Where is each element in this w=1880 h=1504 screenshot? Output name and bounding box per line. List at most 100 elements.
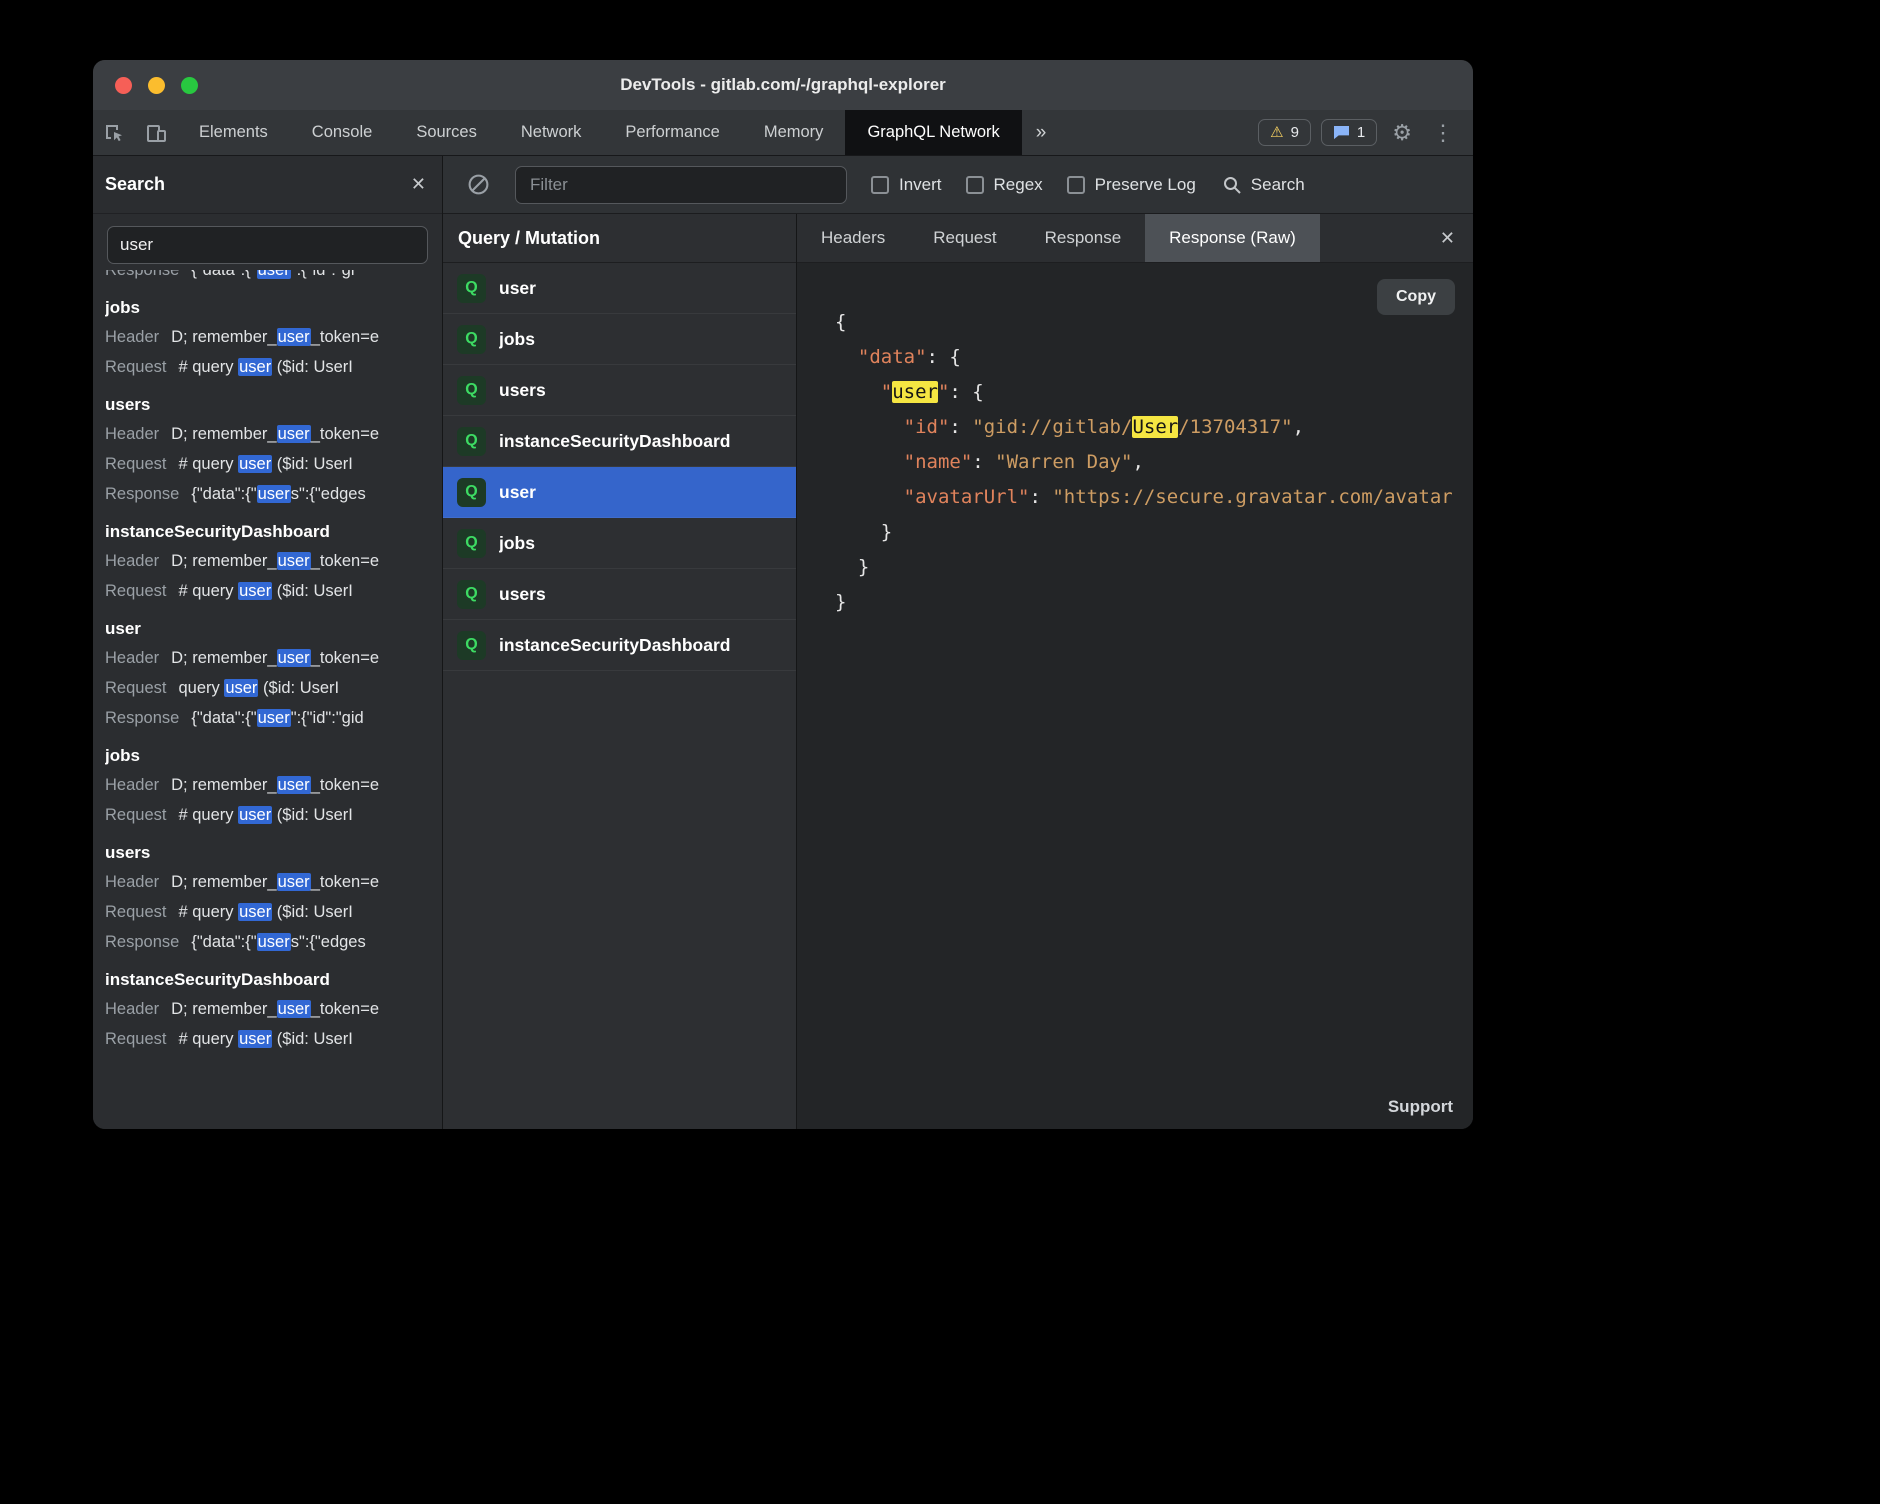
- result-line-label: Request: [105, 806, 166, 824]
- preserve-log-checkbox[interactable]: Preserve Log: [1067, 175, 1196, 195]
- filter-input[interactable]: [515, 166, 847, 204]
- search-result-line[interactable]: Response{"data":{"user":{"id":"gid: [105, 703, 442, 733]
- result-text: # query: [178, 903, 238, 921]
- search-result-line[interactable]: HeaderD; remember_user_token=e: [105, 994, 442, 1024]
- result-text: # query: [178, 582, 238, 600]
- device-toolbar-icon[interactable]: [135, 110, 177, 155]
- search-panel-title: Search: [105, 174, 165, 195]
- result-text: D; remember_: [171, 552, 276, 570]
- json-token: }: [858, 556, 869, 578]
- settings-gear-icon[interactable]: ⚙: [1387, 122, 1417, 144]
- search-result-line[interactable]: HeaderD; remember_user_token=e: [105, 867, 442, 897]
- tab-memory[interactable]: Memory: [742, 110, 846, 155]
- warning-icon: ⚠: [1270, 125, 1283, 140]
- search-result-group-title[interactable]: users: [105, 839, 442, 867]
- zoom-window-button[interactable]: [181, 77, 198, 94]
- search-result-line[interactable]: Response{"data":{"user":{"id":"gi: [105, 270, 442, 285]
- search-result-group-title[interactable]: users: [105, 391, 442, 419]
- search-result-group-title[interactable]: user: [105, 615, 442, 643]
- regex-checkbox[interactable]: Regex: [966, 175, 1043, 195]
- search-result-line[interactable]: HeaderD; remember_user_token=e: [105, 770, 442, 800]
- result-text: # query: [178, 1030, 238, 1048]
- search-input[interactable]: [107, 226, 428, 264]
- detail-tab-response[interactable]: Response: [1021, 214, 1146, 262]
- result-text: ($id: UserI: [272, 903, 353, 921]
- query-badge-icon: Q: [457, 631, 486, 660]
- query-list-item-selected[interactable]: Quser: [443, 467, 796, 518]
- tab-network[interactable]: Network: [499, 110, 604, 155]
- search-match-highlight: user: [277, 1000, 311, 1018]
- query-list-item[interactable]: Qusers: [443, 569, 796, 620]
- result-text: ($id: UserI: [272, 358, 353, 376]
- result-text: s":{"edges: [291, 933, 366, 951]
- result-line-label: Header: [105, 873, 159, 891]
- toolbar-search-button[interactable]: Search: [1222, 175, 1305, 195]
- query-list-panel: Query / Mutation QuserQjobsQusersQinstan…: [443, 214, 797, 1129]
- query-list-item[interactable]: Qjobs: [443, 314, 796, 365]
- close-window-button[interactable]: [115, 77, 132, 94]
- chat-bubble-icon: [1333, 125, 1350, 140]
- query-list-item[interactable]: Quser: [443, 263, 796, 314]
- result-text: ($id: UserI: [272, 582, 353, 600]
- close-detail-panel-icon[interactable]: ✕: [1422, 214, 1473, 262]
- tab-elements[interactable]: Elements: [177, 110, 290, 155]
- result-text: {"data":{": [191, 485, 256, 503]
- query-list-item[interactable]: Qjobs: [443, 518, 796, 569]
- messages-count: 1: [1357, 124, 1365, 141]
- search-result-line[interactable]: Requestquery user ($id: UserI: [105, 673, 442, 703]
- search-result-group-title[interactable]: instanceSecurityDashboard: [105, 966, 442, 994]
- more-tabs-button[interactable]: »: [1022, 110, 1061, 155]
- search-result-line[interactable]: Request# query user ($id: UserI: [105, 449, 442, 479]
- tab-sources[interactable]: Sources: [394, 110, 499, 155]
- result-text: ($id: UserI: [258, 679, 339, 697]
- minimize-window-button[interactable]: [148, 77, 165, 94]
- copy-button[interactable]: Copy: [1377, 279, 1455, 315]
- more-options-kebab-icon[interactable]: ⋮: [1427, 122, 1459, 144]
- result-line-label: Response: [105, 933, 179, 951]
- detail-tab-response-raw[interactable]: Response (Raw): [1145, 214, 1320, 262]
- invert-checkbox[interactable]: Invert: [871, 175, 942, 195]
- search-result-line[interactable]: Request# query user ($id: UserI: [105, 576, 442, 606]
- query-list-item[interactable]: Qusers: [443, 365, 796, 416]
- search-result-line[interactable]: HeaderD; remember_user_token=e: [105, 419, 442, 449]
- search-result-line[interactable]: HeaderD; remember_user_token=e: [105, 643, 442, 673]
- json-line: "name": "Warren Day",: [835, 445, 1473, 480]
- result-text: ":{"id":"gid: [291, 709, 364, 727]
- search-match-highlight: user: [224, 679, 258, 697]
- search-result-line[interactable]: Request# query user ($id: UserI: [105, 1024, 442, 1054]
- search-match-highlight: user: [238, 903, 272, 921]
- search-result-line[interactable]: HeaderD; remember_user_token=e: [105, 322, 442, 352]
- json-line: }: [835, 585, 1473, 620]
- support-link[interactable]: Support: [1388, 1097, 1453, 1117]
- detail-tab-request[interactable]: Request: [909, 214, 1020, 262]
- search-result-line[interactable]: Request# query user ($id: UserI: [105, 897, 442, 927]
- search-result-group-title[interactable]: jobs: [105, 742, 442, 770]
- json-token: ,: [1132, 451, 1143, 473]
- tab-performance[interactable]: Performance: [603, 110, 741, 155]
- detail-tab-headers[interactable]: Headers: [797, 214, 909, 262]
- search-result-line[interactable]: Request# query user ($id: UserI: [105, 800, 442, 830]
- query-list-header: Query / Mutation: [443, 214, 796, 263]
- tab-console[interactable]: Console: [290, 110, 395, 155]
- search-result-line[interactable]: Response{"data":{"users":{"edges: [105, 479, 442, 509]
- messages-badge[interactable]: 1: [1321, 119, 1377, 146]
- search-result-line[interactable]: Response{"data":{"users":{"edges: [105, 927, 442, 957]
- clear-requests-button[interactable]: [465, 173, 491, 196]
- warnings-badge[interactable]: ⚠ 9: [1258, 119, 1311, 146]
- search-result-group-title[interactable]: instanceSecurityDashboard: [105, 518, 442, 546]
- search-result-line[interactable]: Request# query user ($id: UserI: [105, 352, 442, 382]
- devtools-tabbar: ElementsConsoleSourcesNetworkPerformance…: [93, 110, 1473, 156]
- result-text: # query: [178, 358, 238, 376]
- search-result-line[interactable]: HeaderD; remember_user_token=e: [105, 546, 442, 576]
- query-list-item[interactable]: QinstanceSecurityDashboard: [443, 620, 796, 671]
- query-list-item[interactable]: QinstanceSecurityDashboard: [443, 416, 796, 467]
- inspect-element-icon[interactable]: [93, 110, 135, 155]
- tab-graphql-network[interactable]: GraphQL Network: [845, 110, 1021, 155]
- result-text: ($id: UserI: [272, 1030, 353, 1048]
- close-search-panel-icon[interactable]: ✕: [411, 174, 426, 195]
- json-line: }: [835, 550, 1473, 585]
- search-result-group-title[interactable]: jobs: [105, 294, 442, 322]
- search-match-highlight: user: [238, 582, 272, 600]
- json-token: ": [938, 381, 949, 403]
- query-badge-icon: Q: [457, 478, 486, 507]
